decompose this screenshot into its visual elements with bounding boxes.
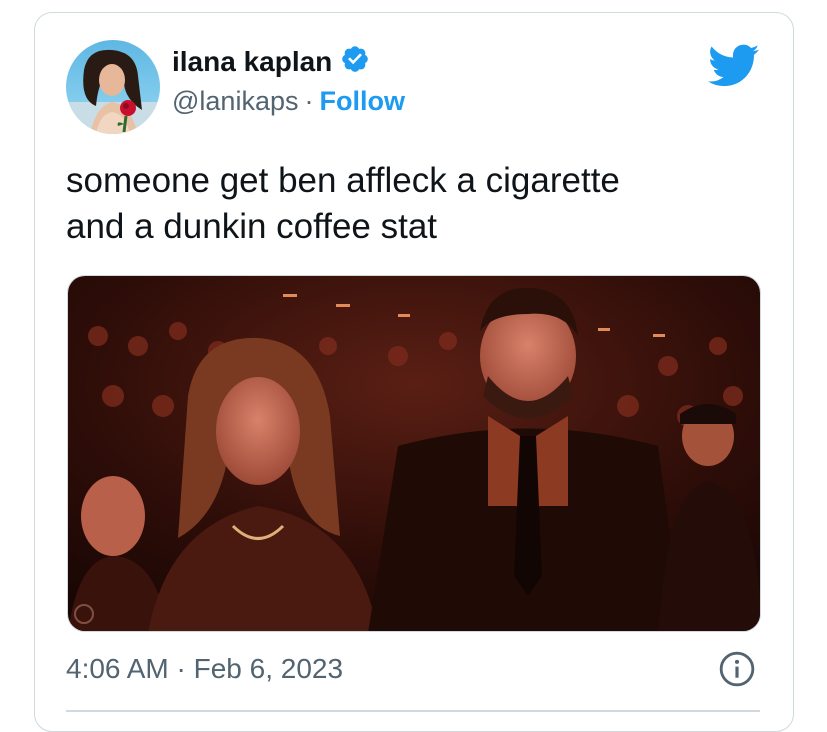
author-handle-row: @lanikaps · Follow	[172, 86, 405, 117]
info-icon[interactable]	[718, 650, 756, 693]
twitter-bird-icon[interactable]	[708, 44, 760, 93]
author-avatar[interactable]	[66, 40, 160, 134]
tweet-timestamp[interactable]: 4:06 AM · Feb 6, 2023	[66, 653, 343, 685]
follow-button[interactable]: Follow	[319, 86, 404, 117]
verified-badge-icon	[340, 44, 370, 79]
handle-separator: ·	[304, 86, 314, 116]
media-photo	[68, 276, 760, 631]
tweet-text-line: someone get ben affleck a cigarette	[66, 161, 620, 200]
author-name-row: ilana kaplan	[172, 44, 370, 79]
author-handle[interactable]: @lanikaps	[172, 86, 298, 117]
tweet-media-image[interactable]	[67, 275, 761, 632]
author-display-name[interactable]: ilana kaplan	[172, 46, 332, 78]
avatar-photo	[66, 49, 160, 134]
divider	[66, 710, 760, 712]
tweet-text: someone get ben affleck a cigarette and …	[66, 158, 746, 250]
tweet-text-line: and a dunkin coffee stat	[66, 207, 438, 246]
